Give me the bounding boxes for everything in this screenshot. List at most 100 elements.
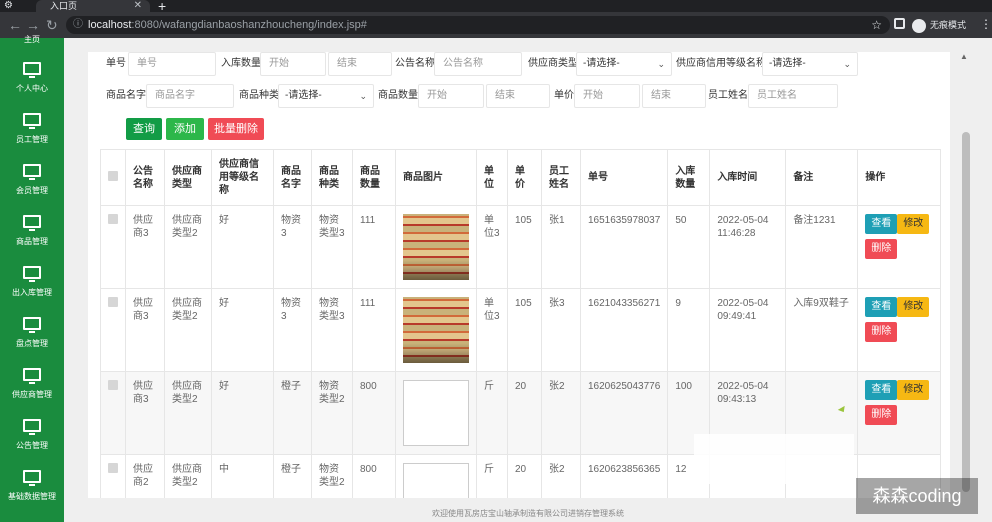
filter-label-goods: 商品名字 [106,90,146,101]
reload-icon[interactable]: ↻ [46,17,58,33]
sidebar-item-label: 盘点管理 [16,339,48,348]
cell-unit: 单位3 [476,205,508,289]
add-button[interactable]: 添加 [166,118,204,140]
filter-price-from[interactable]: 开始 [574,84,640,108]
cell-img [395,205,477,289]
row-select-cell[interactable] [100,454,126,498]
row-select-cell[interactable] [100,371,126,455]
monitor-icon [23,113,41,129]
chevron-down-icon: ⌄ [359,91,367,101]
th-note: 备注 [785,149,859,206]
filter-inqty-to[interactable]: 结束 [328,52,392,76]
side-panel-icon[interactable] [894,18,905,29]
sidebar-item-label: 员工管理 [16,135,48,144]
filter-qty-to[interactable]: 结束 [486,84,550,108]
view-button[interactable]: 查看 [865,297,898,317]
filter-label-credit: 供应商信用等级名称 [676,58,766,69]
view-button[interactable]: 查看 [865,214,898,234]
cell-unit: 斤 [476,371,508,455]
incognito-label: 无痕模式 [930,20,967,30]
batch-delete-button[interactable]: 批量删除 [208,118,264,140]
cell-img [395,371,477,455]
filter-inqty-from[interactable]: 开始 [260,52,326,76]
sidebar-item-inout[interactable]: 出入库管理 [0,266,64,316]
sidebar-item-home[interactable]: 主页 [0,34,64,48]
delete-button[interactable]: 删除 [865,239,898,259]
back-icon[interactable]: ← [8,17,22,33]
cell-time: 2022-05-04 11:46:28 [709,205,787,289]
cell-kind: 物资类型2 [311,454,353,498]
filter-kind-select[interactable]: -请选择- ⌄ [278,84,374,108]
sidebar-item-label: 主页 [24,35,40,44]
sidebar-item-staff[interactable]: 员工管理 [0,113,64,163]
cell-time: 2022-05-04 09:49:41 [709,288,787,372]
cell-kind: 物资类型3 [311,288,353,372]
chevron-down-icon: ⌄ [657,59,665,69]
sidebar-item-notices[interactable]: 公告管理 [0,419,64,469]
scroll-up-icon[interactable]: ▲ [960,52,968,61]
monitor-icon [23,215,41,231]
sidebar-item-profile[interactable]: 个人中心 [0,62,64,112]
browser-menu-icon[interactable]: ⚙ [4,0,13,12]
sidebar-item-goods[interactable]: 商品管理 [0,215,64,265]
cell-qty: 111 [352,288,396,372]
cell-credit: 好 [211,205,274,289]
cell-price: 105 [507,288,542,372]
sidebar-item-inventory[interactable]: 盘点管理 [0,317,64,367]
watermark: 森森coding [856,478,978,514]
address-bar[interactable]: ⓘ localhost:8080/wafangdianbaoshanzhouch… [66,16,890,34]
edit-button[interactable]: 修改 [897,297,930,317]
row-select-cell[interactable] [100,288,126,372]
scrollbar-thumb[interactable] [962,132,970,492]
browser-menu-kebab-icon[interactable]: ⋮ [980,17,992,31]
select-value: -请选择- [583,58,620,69]
cell-stype: 供应商类型2 [164,454,212,498]
filter-no-input[interactable]: 单号 [128,52,216,76]
filter-price-to[interactable]: 结束 [642,84,706,108]
checkbox[interactable] [108,297,118,307]
site-info-icon[interactable]: ⓘ [73,16,83,34]
filter-notice-input[interactable]: 公告名称 [434,52,522,76]
select-all-cell[interactable] [100,149,126,206]
scrollbar[interactable]: ▲ [960,52,970,498]
sidebar-item-label: 供应商管理 [12,390,52,399]
browser-tab[interactable]: 入口页 ✕ [36,0,150,12]
filter-credit-select[interactable]: -请选择- ⌄ [762,52,858,76]
checkbox[interactable] [108,380,118,390]
select-value: -请选择- [769,58,806,69]
row-select-cell[interactable] [100,205,126,289]
cell-price: 20 [507,454,542,498]
bookmark-star-icon[interactable]: ☆ [871,16,882,34]
cell-img [395,288,477,372]
view-button[interactable]: 查看 [865,380,898,400]
goods-photo [403,297,469,363]
delete-button[interactable]: 删除 [865,405,898,425]
cell-inqty: 9 [667,288,711,372]
checkbox[interactable] [108,214,118,224]
cell-no: 1651635978037 [579,205,669,289]
sidebar-item-label: 商品管理 [16,237,48,246]
search-button[interactable]: 查询 [126,118,162,140]
checkbox[interactable] [108,170,118,181]
filter-emp-input[interactable]: 员工姓名 [748,84,838,108]
checkbox[interactable] [108,463,118,473]
sidebar-item-members[interactable]: 会员管理 [0,164,64,214]
edit-button[interactable]: 修改 [897,214,930,234]
cell-emp: 张2 [541,454,581,498]
cell-stype: 供应商类型2 [164,205,212,289]
delete-button[interactable]: 删除 [865,322,898,342]
tab-close-icon[interactable]: ✕ [134,0,142,12]
cell-emp: 张1 [541,205,581,289]
sidebar-item-label: 会员管理 [16,186,48,195]
forward-icon[interactable]: → [26,17,40,33]
edit-button[interactable]: 修改 [897,380,930,400]
filter-stype-select[interactable]: -请选择- ⌄ [576,52,672,76]
th-ops: 操作 [857,149,942,206]
sidebar-item-suppliers[interactable]: 供应商管理 [0,368,64,418]
cell-qty: 111 [352,205,396,289]
incognito-indicator[interactable]: 无痕模式 [912,18,966,33]
filter-goods-input[interactable]: 商品名字 [146,84,234,108]
filter-qty-from[interactable]: 开始 [418,84,484,108]
sidebar-item-label: 个人中心 [16,84,48,93]
sidebar-item-base-data[interactable]: 基础数据管理 [0,470,64,520]
